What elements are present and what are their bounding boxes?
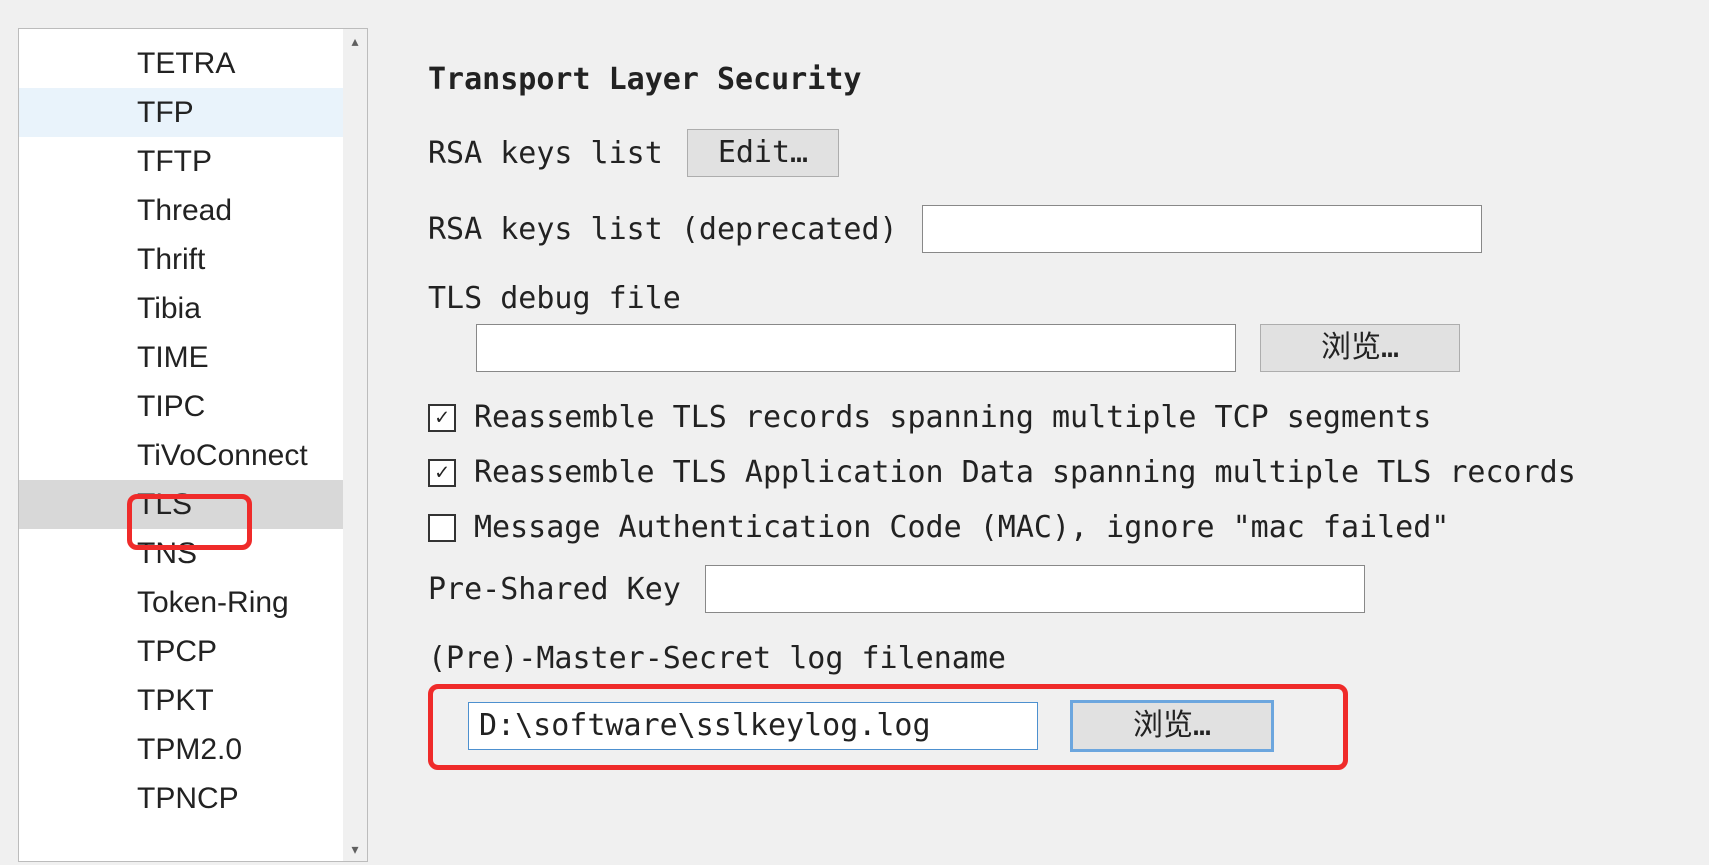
secret-row: D:\software\sslkeylog.log 浏览… xyxy=(428,684,1348,770)
debug-file-label-row: TLS debug file xyxy=(428,281,1691,316)
sidebar-item-label: TETRA xyxy=(137,47,235,80)
sidebar-item-thrift[interactable]: Thrift xyxy=(19,235,343,284)
sidebar-item-tetra[interactable]: TETRA xyxy=(19,39,343,88)
debug-file-label: TLS debug file xyxy=(428,281,681,316)
reassemble-tcp-label: Reassemble TLS records spanning multiple… xyxy=(474,400,1431,435)
psk-row: Pre-Shared Key xyxy=(428,565,1691,613)
sidebar-item-tpncp[interactable]: TPNCP xyxy=(19,774,343,823)
rsa-keys-label: RSA keys list xyxy=(428,136,663,171)
sidebar-item-label: TPM2.0 xyxy=(137,733,242,766)
sidebar-item-label: TNS xyxy=(137,537,197,570)
sidebar-item-label: TPNCP xyxy=(137,782,239,815)
rsa-deprecated-label: RSA keys list (deprecated) xyxy=(428,212,898,247)
sidebar-item-token-ring[interactable]: Token-Ring xyxy=(19,578,343,627)
rsa-deprecated-row: RSA keys list (deprecated) xyxy=(428,205,1691,253)
mac-ignore-row: Message Authentication Code (MAC), ignor… xyxy=(428,510,1691,545)
sidebar-item-label: Thread xyxy=(137,194,232,227)
browse-debug-button[interactable]: 浏览… xyxy=(1260,324,1460,372)
sidebar-item-tipc[interactable]: TIPC xyxy=(19,382,343,431)
settings-pane: Transport Layer Security RSA keys list E… xyxy=(428,28,1691,862)
sidebar-item-thread[interactable]: Thread xyxy=(19,186,343,235)
sidebar-item-tpkt[interactable]: TPKT xyxy=(19,676,343,725)
reassemble-appdata-row: Reassemble TLS Application Data spanning… xyxy=(428,455,1691,490)
sidebar-item-label: TIME xyxy=(137,341,209,374)
psk-input[interactable] xyxy=(705,565,1365,613)
scroll-down-icon[interactable]: ▾ xyxy=(343,837,367,861)
browse-secret-button[interactable]: 浏览… xyxy=(1072,702,1272,750)
sidebar-item-tivoconnect[interactable]: TiVoConnect xyxy=(19,431,343,480)
sidebar-item-tfp[interactable]: TFP xyxy=(19,88,343,137)
reassemble-tcp-row: Reassemble TLS records spanning multiple… xyxy=(428,400,1691,435)
sidebar-item-label: TLS xyxy=(137,488,192,521)
sidebar-item-tpcp[interactable]: TPCP xyxy=(19,627,343,676)
sidebar-item-time[interactable]: TIME xyxy=(19,333,343,382)
preferences-dialog: TETRA TFP TFTP Thread Thrift Tibia TIME TIPC TiV… xyxy=(0,0,1709,862)
sidebar-item-tls[interactable]: TLS xyxy=(19,480,343,529)
sidebar-item-label: TFTP xyxy=(137,145,212,178)
scrollbar[interactable]: ▴ ▾ xyxy=(343,29,367,861)
pane-title: Transport Layer Security xyxy=(428,62,1691,97)
psk-label: Pre-Shared Key xyxy=(428,572,681,607)
sidebar-item-tpm2-0[interactable]: TPM2.0 xyxy=(19,725,343,774)
debug-file-row: 浏览… xyxy=(476,324,1691,372)
secret-label-row: (Pre)-Master-Secret log filename xyxy=(428,641,1691,676)
sidebar-item-label: TIPC xyxy=(137,390,205,423)
sidebar-item-label: TPCP xyxy=(137,635,217,668)
rsa-keys-row: RSA keys list Edit… xyxy=(428,129,1691,177)
sidebar-item-label: Tibia xyxy=(137,292,201,325)
reassemble-appdata-label: Reassemble TLS Application Data spanning… xyxy=(474,455,1576,490)
scroll-up-icon[interactable]: ▴ xyxy=(343,29,367,53)
sidebar-item-label: Thrift xyxy=(137,243,205,276)
sidebar-item-tftp[interactable]: TFTP xyxy=(19,137,343,186)
protocol-sidebar: TETRA TFP TFTP Thread Thrift Tibia TIME TIPC TiV… xyxy=(18,28,368,862)
sidebar-item-tns[interactable]: TNS xyxy=(19,529,343,578)
reassemble-tcp-checkbox[interactable] xyxy=(428,404,456,432)
sidebar-item-label: TiVoConnect xyxy=(137,439,308,472)
edit-button[interactable]: Edit… xyxy=(687,129,839,177)
mac-ignore-label: Message Authentication Code (MAC), ignor… xyxy=(474,510,1449,545)
protocol-list[interactable]: TETRA TFP TFTP Thread Thrift Tibia TIME TIPC TiV… xyxy=(19,29,343,861)
sidebar-item-label: TPKT xyxy=(137,684,214,717)
sidebar-item-label: Token-Ring xyxy=(137,586,289,619)
reassemble-appdata-checkbox[interactable] xyxy=(428,459,456,487)
mac-ignore-checkbox[interactable] xyxy=(428,514,456,542)
debug-file-input[interactable] xyxy=(476,324,1236,372)
sidebar-item-label: TFP xyxy=(137,96,194,129)
secret-label: (Pre)-Master-Secret log filename xyxy=(428,641,1006,676)
secret-input[interactable]: D:\software\sslkeylog.log xyxy=(468,702,1038,750)
rsa-deprecated-input[interactable] xyxy=(922,205,1482,253)
sidebar-item-tibia[interactable]: Tibia xyxy=(19,284,343,333)
